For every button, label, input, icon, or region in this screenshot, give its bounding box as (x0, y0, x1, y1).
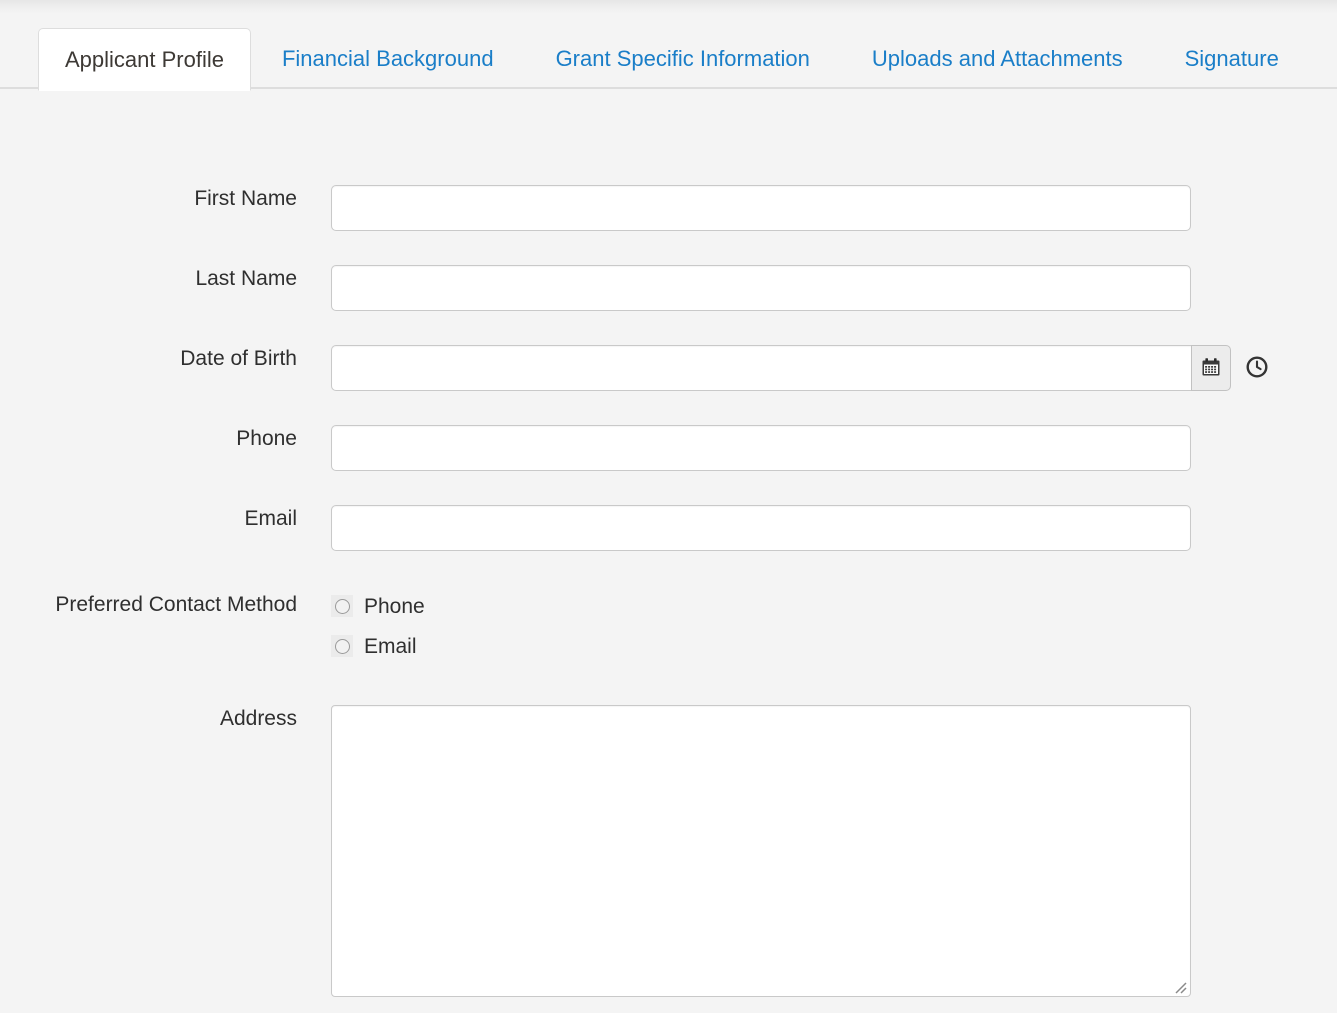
tab-grant-specific-information[interactable]: Grant Specific Information (525, 28, 841, 89)
radio-option-phone[interactable]: Phone (331, 586, 425, 626)
preferred-contact-method-label: Preferred Contact Method (0, 585, 297, 625)
form-row-email: Email (0, 505, 1337, 551)
radio-option-label: Email (364, 636, 417, 657)
email-field-wrap (331, 505, 1191, 551)
tab-uploads-and-attachments[interactable]: Uploads and Attachments (841, 28, 1154, 89)
first-name-label: First Name (0, 185, 297, 212)
tab-label: Financial Background (282, 48, 494, 70)
preferred-contact-method-radio-group: Phone Email (331, 585, 425, 666)
clock-icon (1246, 356, 1268, 381)
tab-label: Uploads and Attachments (872, 48, 1123, 70)
phone-label: Phone (0, 425, 297, 452)
form-row-last-name: Last Name (0, 265, 1337, 311)
radio-indicator (331, 595, 353, 617)
date-of-birth-field-wrap (331, 345, 1269, 391)
calendar-picker-button[interactable] (1191, 345, 1231, 391)
email-input[interactable] (331, 505, 1191, 551)
first-name-input[interactable] (331, 185, 1191, 231)
tab-list: Applicant Profile Financial Background G… (38, 28, 1310, 89)
last-name-field-wrap (331, 265, 1191, 311)
tab-label: Grant Specific Information (556, 48, 810, 70)
address-field-wrap (331, 705, 1191, 997)
email-label: Email (0, 505, 297, 532)
calendar-icon (1201, 357, 1221, 380)
address-label: Address (0, 705, 297, 732)
form-row-preferred-contact-method: Preferred Contact Method Phone Email (0, 585, 1337, 666)
address-textarea[interactable] (331, 705, 1191, 997)
last-name-label: Last Name (0, 265, 297, 292)
first-name-field-wrap (331, 185, 1191, 231)
tab-label: Signature (1185, 48, 1279, 70)
form-row-address: Address (0, 705, 1337, 997)
time-picker-button[interactable] (1245, 356, 1269, 380)
date-of-birth-label: Date of Birth (0, 345, 297, 372)
tab-applicant-profile[interactable]: Applicant Profile (38, 28, 251, 91)
radio-option-label: Phone (364, 596, 425, 617)
phone-field-wrap (331, 425, 1191, 471)
tab-label: Applicant Profile (65, 49, 224, 71)
date-of-birth-input[interactable] (331, 345, 1191, 391)
form-row-phone: Phone (0, 425, 1337, 471)
last-name-input[interactable] (331, 265, 1191, 311)
form-row-date-of-birth: Date of Birth (0, 345, 1337, 391)
tab-signature[interactable]: Signature (1154, 28, 1310, 89)
radio-indicator (331, 635, 353, 657)
tab-financial-background[interactable]: Financial Background (251, 28, 525, 89)
phone-input[interactable] (331, 425, 1191, 471)
radio-option-email[interactable]: Email (331, 626, 425, 666)
form-row-first-name: First Name (0, 185, 1337, 231)
tab-bar: Applicant Profile Financial Background G… (0, 0, 1337, 89)
